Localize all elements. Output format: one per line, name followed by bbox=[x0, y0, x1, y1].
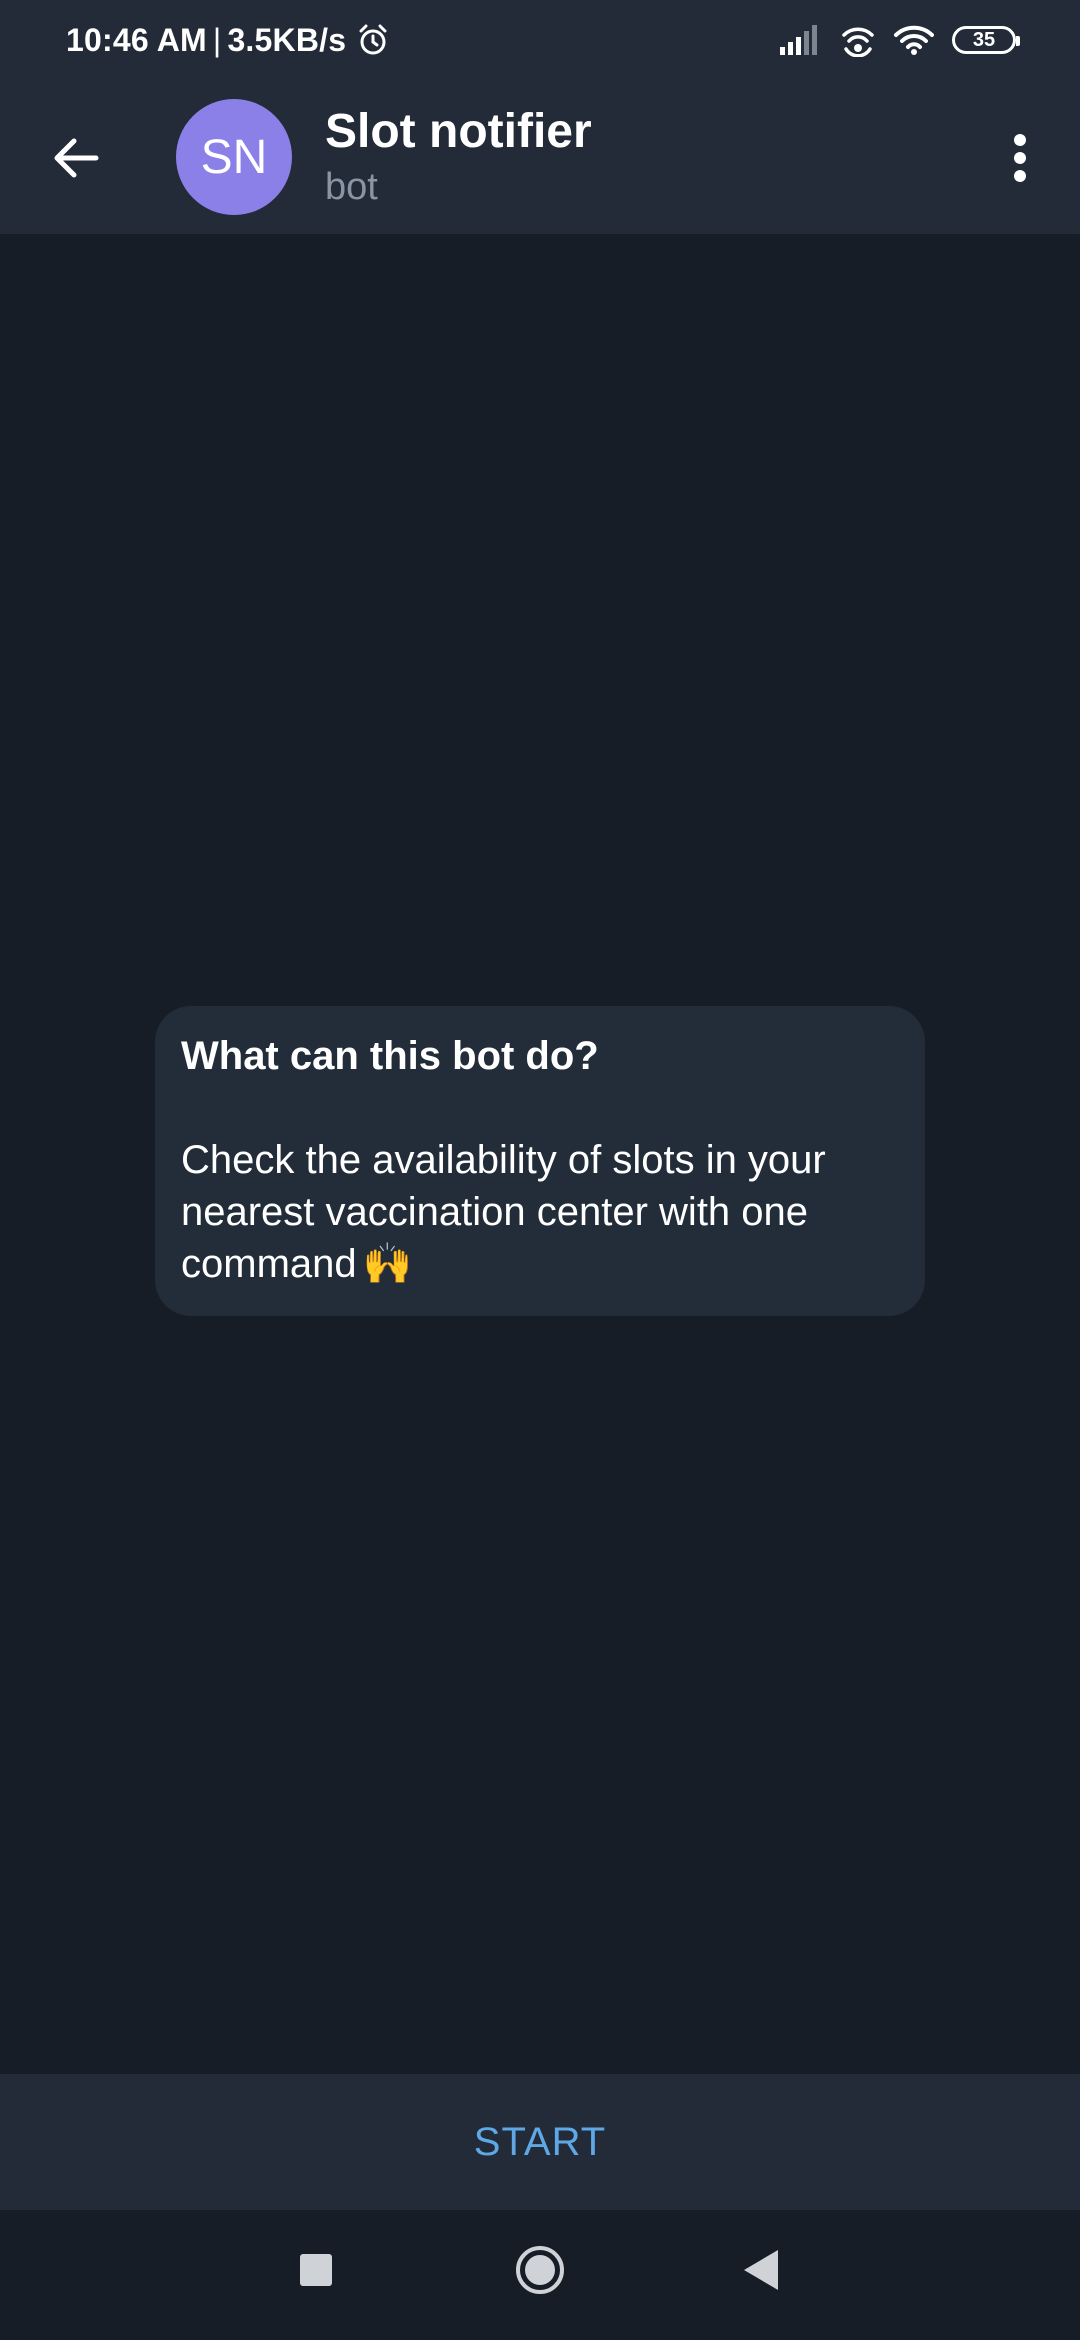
status-time: 10:46 AM bbox=[66, 21, 207, 58]
raised-hands-emoji: 🙌 bbox=[362, 1242, 413, 1286]
status-right: 35 bbox=[780, 23, 1020, 57]
menu-button[interactable] bbox=[990, 120, 1050, 196]
bot-info-description: Check the availability of slots in your … bbox=[181, 1138, 826, 1286]
hotspot-icon bbox=[842, 27, 874, 57]
chat-header: SN Slot notifier bot bbox=[0, 80, 1080, 234]
triangle-icon[interactable] bbox=[742, 2248, 780, 2292]
status-network-speed: 3.5KB/s bbox=[227, 21, 347, 58]
battery-indicator: 35 bbox=[952, 26, 1020, 54]
start-button[interactable]: START bbox=[434, 2100, 646, 2185]
screen: 10:46 AM | 3.5KB/s 35 SN Slot notifier b… bbox=[0, 0, 1080, 2340]
status-left: 10:46 AM | 3.5KB/s bbox=[66, 22, 390, 59]
avatar[interactable]: SN bbox=[176, 99, 292, 215]
square-icon[interactable] bbox=[300, 2254, 332, 2286]
more-vert-icon bbox=[1014, 134, 1026, 182]
status-bar: 10:46 AM | 3.5KB/s 35 bbox=[0, 0, 1080, 80]
start-bar: START bbox=[0, 2074, 1080, 2210]
back-button[interactable] bbox=[40, 122, 112, 194]
status-separator: | bbox=[212, 21, 222, 58]
chat-title: Slot notifier bbox=[325, 105, 592, 158]
bot-info-card: What can this bot do? Check the availabi… bbox=[155, 1006, 925, 1316]
signal-icon bbox=[780, 25, 817, 55]
bot-info-description-block: Check the availability of slots in your … bbox=[181, 1134, 899, 1290]
wifi-icon bbox=[894, 25, 934, 55]
alarm-icon bbox=[359, 24, 387, 55]
bot-info-title: What can this bot do? bbox=[181, 1034, 599, 1078]
navigation-bar bbox=[0, 2210, 1080, 2340]
chat-subtitle: bot bbox=[325, 166, 378, 208]
circle-icon[interactable] bbox=[514, 2244, 566, 2296]
chat-title-block[interactable]: Slot notifier bot bbox=[325, 102, 592, 212]
arrow-left-icon bbox=[54, 138, 99, 178]
